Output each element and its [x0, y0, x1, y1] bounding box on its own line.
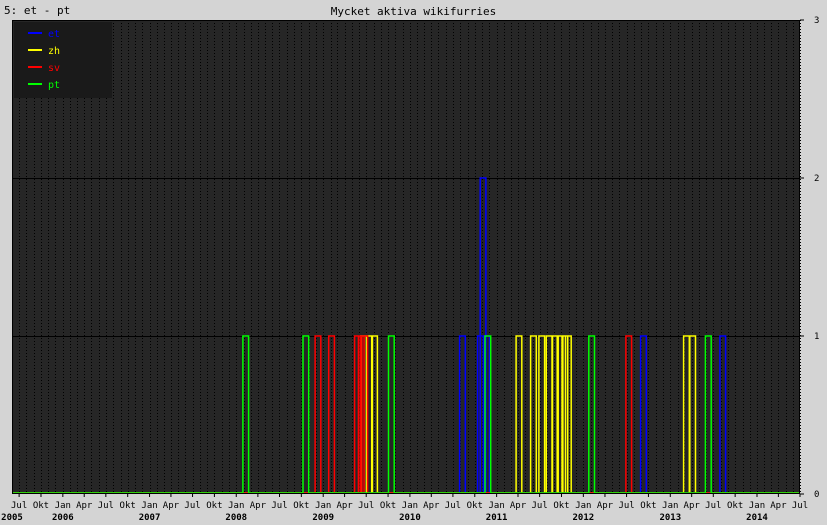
line-chart: 0 1 2 3 Jul Okt Jan Apr Jul Okt Jan Apr Jul Okt Jan Apr…: [1, 16, 819, 523]
x-tick-label: Okt: [640, 501, 656, 511]
y-tick-label: 2: [814, 174, 819, 184]
legend-label-sv: sv: [48, 63, 60, 74]
year-label: 2005: [1, 513, 23, 523]
x-tick-label: Apr: [423, 501, 440, 511]
x-tick-label: Jul: [184, 501, 200, 511]
y-tick-label: 1: [814, 332, 819, 342]
x-tick-label: Jan: [228, 501, 244, 511]
x-tick-label: Jul: [98, 501, 114, 511]
legend-label-zh: zh: [48, 46, 60, 57]
x-tick-label: Apr: [163, 501, 180, 511]
x-tick-label: Apr: [597, 501, 614, 511]
x-tick-label: Okt: [727, 501, 743, 511]
x-tick-label: Apr: [770, 501, 787, 511]
x-tick-label: Jul: [358, 501, 374, 511]
x-tick-label: Jul: [11, 501, 27, 511]
x-tick-label: Apr: [336, 501, 353, 511]
x-tick-label: Jan: [55, 501, 71, 511]
x-tick-label: Jan: [575, 501, 591, 511]
x-tick-label: Okt: [293, 501, 309, 511]
year-label: 2009: [312, 513, 334, 523]
x-tick-label: Apr: [510, 501, 527, 511]
x-tick-label: Jan: [315, 501, 331, 511]
x-tick-label: Jan: [749, 501, 765, 511]
x-tick-label: Apr: [76, 501, 93, 511]
x-tick-label: Okt: [553, 501, 569, 511]
x-tick-label: Jan: [141, 501, 157, 511]
legend-label-et: et: [48, 29, 60, 40]
x-tick-label: Apr: [250, 501, 267, 511]
x-tick-label: Jul: [271, 501, 287, 511]
x-tick-label: Jul: [792, 501, 808, 511]
x-tick-label: Jan: [402, 501, 418, 511]
x-tick-label: Jul: [705, 501, 721, 511]
x-tick-label: Apr: [684, 501, 701, 511]
legend: et zh sv pt: [14, 22, 112, 98]
legend-label-pt: pt: [48, 80, 60, 91]
year-label: 2011: [486, 513, 508, 523]
chart-stage: 5: et - pt Mycket aktiva wikifurries 012…: [0, 0, 827, 525]
plot-background: [12, 20, 800, 494]
x-tick-label: Okt: [33, 501, 49, 511]
year-label: 2008: [225, 513, 247, 523]
x-tick-label: Okt: [120, 501, 136, 511]
x-tick-label: Okt: [467, 501, 483, 511]
year-label: 2014: [746, 513, 768, 523]
year-label: 2010: [399, 513, 421, 523]
y-tick-label: 0: [814, 490, 819, 500]
x-tick-label: Okt: [380, 501, 396, 511]
x-tick-label: Jan: [662, 501, 678, 511]
x-tick-label: Okt: [206, 501, 222, 511]
year-label: 2006: [52, 513, 74, 523]
year-label: 2013: [659, 513, 681, 523]
y-tick-label: 3: [814, 16, 819, 26]
x-tick-label: Jul: [445, 501, 461, 511]
year-label: 2007: [139, 513, 161, 523]
x-tick-label: Jan: [488, 501, 504, 511]
x-tick-label: Jul: [531, 501, 547, 511]
x-tick-label: Jul: [618, 501, 634, 511]
year-label: 2012: [572, 513, 594, 523]
